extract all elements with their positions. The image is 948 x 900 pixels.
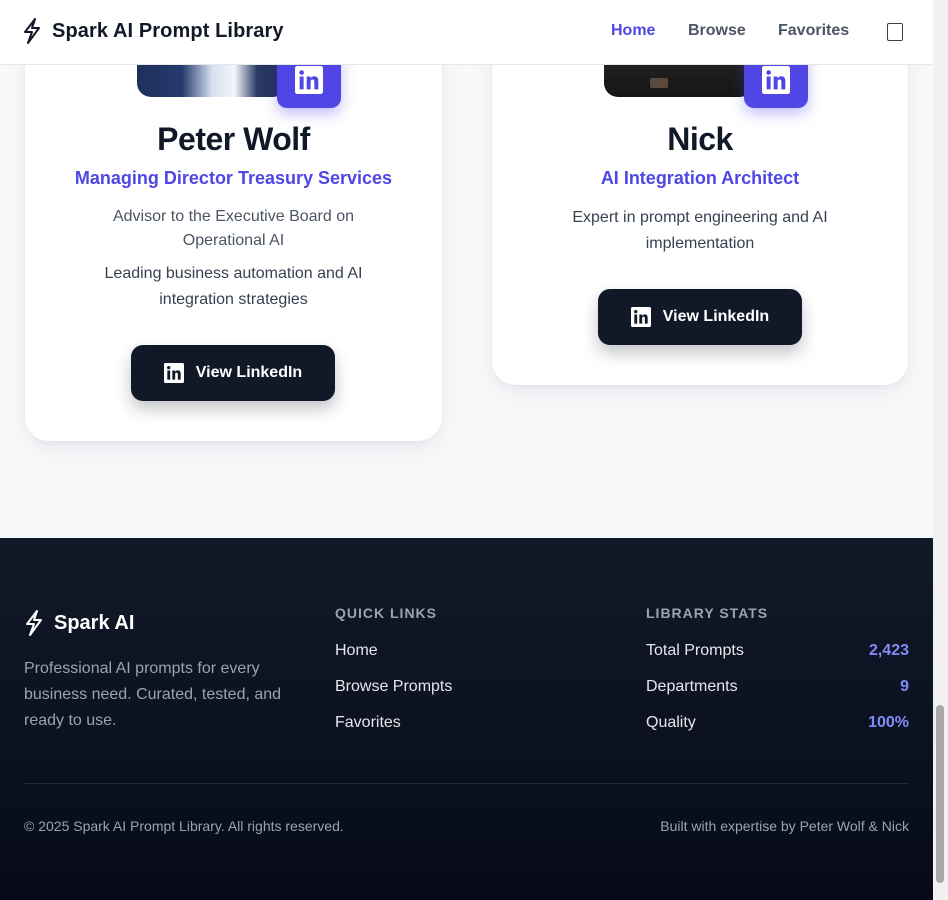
person-role: Managing Director Treasury Services (74, 168, 393, 188)
copyright-text: © 2025 Spark AI Prompt Library. All righ… (24, 818, 344, 834)
linkedin-icon (761, 66, 791, 94)
brand-title: Spark AI Prompt Library (52, 19, 284, 42)
menu-icon[interactable] (887, 23, 903, 41)
person-detail: Leading business automation and AI integ… (104, 265, 363, 308)
lightning-bolt-icon (24, 610, 44, 636)
footer-link-home[interactable]: Home (335, 642, 378, 660)
view-linkedin-button[interactable]: View LinkedIn (131, 345, 335, 401)
site-footer: Spark AI Professional AI prompts for eve… (0, 538, 933, 900)
stat-label-total-prompts: Total Prompts (646, 642, 744, 659)
nav-browse[interactable]: Browse (688, 22, 746, 40)
brand[interactable]: Spark AI Prompt Library (22, 18, 284, 44)
linkedin-icon (294, 66, 324, 94)
view-linkedin-button[interactable]: View LinkedIn (598, 289, 802, 345)
person-description: Expert in prompt engineering and AI impl… (572, 209, 828, 252)
button-label: View LinkedIn (195, 364, 303, 381)
lightning-bolt-icon (22, 18, 42, 44)
stat-value-total-prompts: 2,423 (868, 642, 909, 659)
footer-brand-title: Spark AI (54, 611, 135, 634)
nav-favorites[interactable]: Favorites (778, 22, 849, 40)
team-card-peter-wolf: Peter Wolf Managing Director Treasury Se… (25, 0, 442, 441)
footer-divider (24, 783, 909, 784)
footer-tagline: Professional AI prompts for every busine… (24, 660, 282, 729)
stat-value-departments: 9 (900, 678, 909, 695)
credit-text: Built with expertise by Peter Wolf & Nic… (660, 818, 909, 834)
footer-link-favorites[interactable]: Favorites (335, 714, 401, 732)
footer-brand: Spark AI (24, 610, 134, 636)
linkedin-icon (164, 363, 184, 383)
person-name: Peter Wolf (157, 121, 310, 157)
stat-label-quality: Quality (646, 714, 696, 731)
person-name: Nick (667, 121, 733, 157)
footer-link-browse-prompts[interactable]: Browse Prompts (335, 678, 452, 696)
stat-value-quality: 100% (868, 714, 909, 731)
person-role: AI Integration Architect (600, 168, 800, 188)
quick-links-heading: QUICK LINKS (335, 605, 437, 621)
button-label: View LinkedIn (662, 308, 770, 325)
nav-home[interactable]: Home (611, 22, 655, 40)
person-description: Advisor to the Executive Board on Operat… (112, 208, 355, 249)
library-stats-heading: LIBRARY STATS (646, 605, 769, 621)
top-navbar: Spark AI Prompt Library Home Browse Favo… (0, 0, 933, 65)
linkedin-icon (631, 307, 651, 327)
scrollbar-thumb[interactable] (936, 705, 944, 883)
stat-label-departments: Departments (646, 678, 738, 695)
